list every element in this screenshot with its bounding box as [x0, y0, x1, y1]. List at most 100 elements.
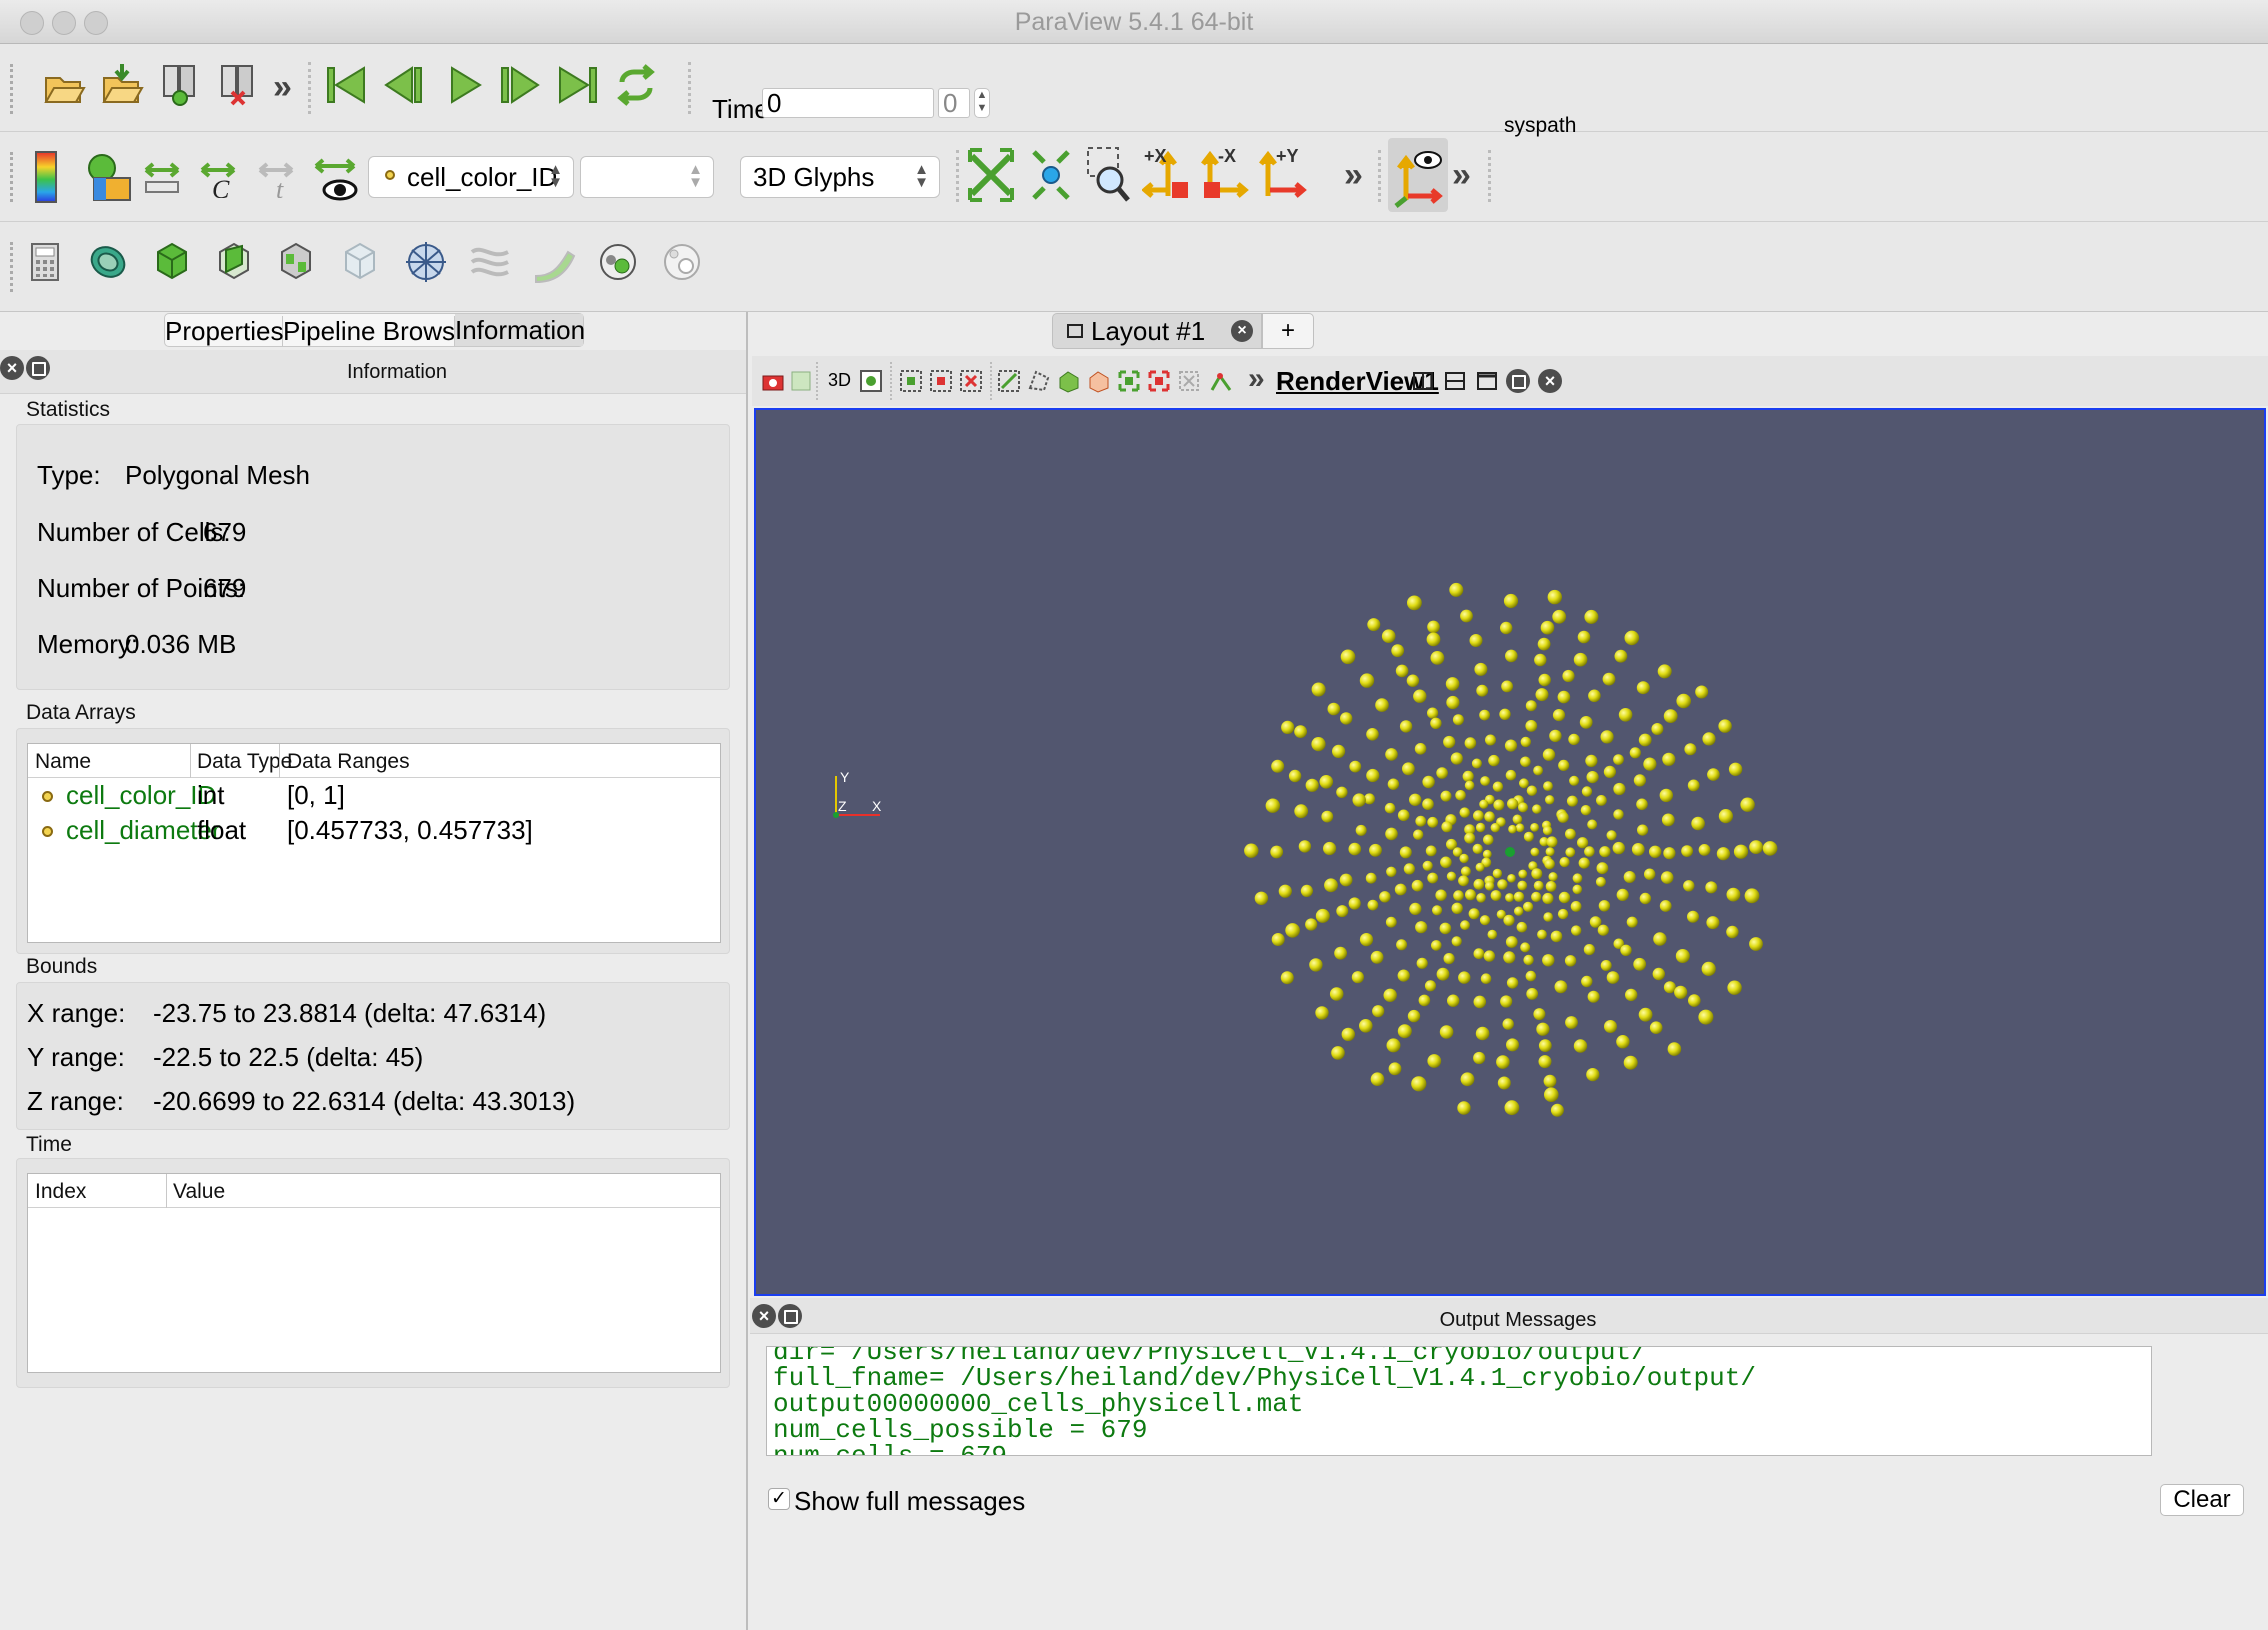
cell-glyph [1525, 970, 1537, 982]
zoom-to-box-icon[interactable] [1084, 144, 1134, 206]
split-vertical-icon[interactable] [1442, 368, 1468, 394]
cell-glyph [1427, 707, 1439, 719]
select-cells-on-icon[interactable] [898, 368, 924, 394]
rescale-visible-range-icon[interactable] [312, 152, 360, 204]
cell-glyph [1503, 951, 1516, 964]
color-by-dropdown[interactable]: cell_color_ID ▲ ▼ [368, 156, 574, 198]
first-frame-icon[interactable] [324, 62, 368, 108]
tab-pipeline-browser[interactable]: Pipeline Browser [283, 316, 478, 346]
close-view-button[interactable]: × [1538, 369, 1562, 393]
orientation-axes-toggle[interactable] [1388, 138, 1448, 212]
undock-view-button[interactable] [1506, 369, 1530, 393]
capture-screenshot-icon[interactable] [760, 368, 786, 394]
hover-points-icon[interactable] [1086, 368, 1112, 394]
python-shell-button[interactable]: syspath [1504, 114, 1576, 138]
table-header: Name Data Type Data Ranges [28, 744, 720, 778]
calculator-icon[interactable] [30, 242, 60, 282]
add-layout-tab-button[interactable]: + [1262, 313, 1314, 349]
clear-selection-icon[interactable] [1176, 368, 1202, 394]
shrink-selection-icon[interactable] [1146, 368, 1172, 394]
column-index[interactable]: Index [35, 1180, 86, 1204]
rescale-custom-range-icon[interactable]: C [198, 154, 238, 198]
view-plus-x-icon[interactable]: +X [1142, 144, 1192, 206]
stream-tracer-icon[interactable] [468, 240, 512, 284]
cell-glyph [1600, 960, 1612, 971]
cell-glyph [1691, 816, 1705, 831]
cell-glyph [1661, 813, 1675, 827]
loop-icon[interactable] [614, 62, 658, 108]
select-polygon-icon[interactable] [1026, 368, 1052, 394]
camera-undo-icon[interactable] [788, 368, 814, 394]
overflow-icon[interactable]: » [273, 68, 292, 107]
last-frame-icon[interactable] [556, 62, 600, 108]
point-data-icon [42, 826, 53, 837]
extract-subset-icon[interactable] [340, 240, 380, 284]
table-row[interactable]: cell_diameter float [0.457733, 0.457733] [28, 815, 720, 849]
select-points-through-icon[interactable] [996, 368, 1022, 394]
rescale-temporal-range-icon[interactable]: t [256, 154, 296, 198]
warp-by-vector-icon[interactable] [532, 240, 576, 284]
select-points-on-icon[interactable] [928, 368, 954, 394]
show-full-messages-checkbox[interactable]: ✓ [768, 1488, 790, 1510]
3d-mode-button[interactable]: 3D [828, 370, 851, 391]
column-value[interactable]: Value [173, 1180, 225, 1204]
reset-camera-icon[interactable] [966, 144, 1016, 206]
overflow-icon[interactable]: » [1452, 156, 1471, 195]
contour-icon[interactable] [88, 240, 128, 284]
grow-selection-icon[interactable] [1116, 368, 1142, 394]
time-index-input[interactable]: 0 [938, 88, 970, 118]
rescale-data-range-icon[interactable] [142, 154, 182, 198]
interactive-select-icon[interactable] [1056, 368, 1082, 394]
edit-colormap-icon[interactable] [84, 150, 134, 204]
cell-glyph [1294, 804, 1309, 819]
open-file-icon[interactable] [42, 64, 86, 108]
table-row[interactable]: cell_color_ID int [0, 1] [28, 780, 720, 814]
threshold-icon[interactable] [276, 240, 316, 284]
previous-frame-icon[interactable] [382, 62, 426, 108]
cell-glyph [1718, 809, 1733, 824]
overflow-icon[interactable]: » [1344, 156, 1363, 195]
render-viewport[interactable]: Y Z X [754, 408, 2266, 1296]
clear-button[interactable]: Clear [2160, 1484, 2244, 1516]
color-legend-icon[interactable] [32, 150, 60, 204]
tab-properties[interactable]: Properties [165, 316, 284, 346]
toggle-ruler-icon[interactable] [1208, 368, 1234, 394]
cell-glyph [1334, 946, 1347, 960]
interaction-mode-icon[interactable] [858, 368, 884, 394]
clip-icon[interactable] [152, 240, 192, 284]
cell-glyph [1542, 825, 1553, 836]
cell-glyph [1483, 834, 1494, 846]
maximize-view-icon[interactable] [1474, 368, 1500, 394]
tab-layout-1[interactable]: Layout #1 × [1052, 313, 1262, 349]
time-stepper[interactable]: ▲ ▼ [974, 88, 990, 118]
next-frame-icon[interactable] [498, 62, 542, 108]
cell-glyph [1440, 856, 1452, 869]
group-datasets-icon[interactable] [596, 240, 640, 284]
load-state-icon[interactable] [100, 62, 144, 108]
column-data-ranges[interactable]: Data Ranges [287, 750, 410, 774]
connect-icon[interactable] [158, 62, 202, 108]
time-input[interactable]: 0 [762, 88, 934, 118]
zoom-to-data-icon[interactable] [1026, 144, 1076, 206]
column-name[interactable]: Name [35, 750, 91, 774]
output-log[interactable]: dir= /Users/heiland/dev/PhysiCell_V1.4.1… [766, 1346, 2152, 1456]
view-minus-x-icon[interactable]: -X [1200, 144, 1250, 206]
split-horizontal-icon[interactable] [1410, 368, 1436, 394]
component-dropdown[interactable]: ▲ ▼ [580, 156, 714, 198]
disconnect-icon[interactable] [216, 62, 260, 108]
cell-glyph [1359, 1019, 1373, 1033]
play-icon[interactable] [442, 62, 486, 108]
cell-glyph [1395, 664, 1409, 678]
tab-information[interactable]: Information [455, 314, 585, 346]
view-plus-y-icon[interactable]: +Y [1258, 144, 1308, 206]
cell-glyph [1460, 920, 1470, 931]
close-tab-button[interactable]: × [1231, 320, 1253, 342]
glyph-icon[interactable] [404, 240, 448, 284]
slice-icon[interactable] [214, 240, 254, 284]
cell-glyph [1460, 1072, 1475, 1087]
extract-level-icon[interactable] [660, 240, 704, 284]
overflow-icon[interactable]: » [1248, 362, 1265, 396]
representation-dropdown[interactable]: 3D Glyphs ▲ ▼ [740, 156, 940, 198]
glyph-scene[interactable] [756, 410, 2264, 1294]
select-cells-through-icon[interactable] [958, 368, 984, 394]
